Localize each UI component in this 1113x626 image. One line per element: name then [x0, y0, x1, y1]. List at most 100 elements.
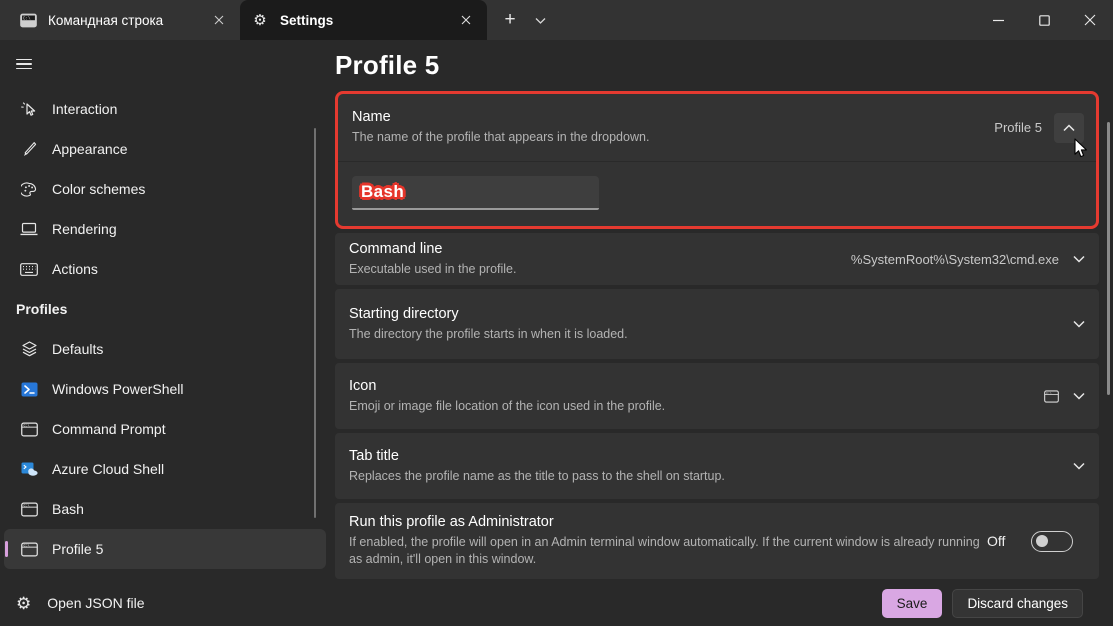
chevron-down-icon: [1073, 320, 1085, 328]
main-scrollbar[interactable]: [1107, 122, 1110, 395]
close-tab-icon[interactable]: [455, 9, 477, 31]
tab-label: Settings: [280, 13, 455, 28]
setting-description: The name of the profile that appears in …: [352, 129, 994, 146]
name-expander-header[interactable]: Name The name of the profile that appear…: [338, 94, 1096, 162]
cmd-window-icon: C:\: [20, 502, 38, 517]
selected-indicator: [5, 541, 8, 557]
sidebar-item-label: Command Prompt: [52, 421, 166, 437]
settings-sidebar: Interaction Appearance Color schemes: [0, 40, 332, 580]
keyboard-icon: [20, 263, 38, 276]
interaction-icon: [20, 101, 38, 117]
sidebar-item-interaction[interactable]: Interaction: [4, 89, 326, 129]
minimize-button[interactable]: [975, 0, 1021, 40]
setting-description: Replaces the profile name as the title t…: [349, 468, 1073, 485]
window-controls: [975, 0, 1113, 40]
palette-icon: [20, 182, 38, 197]
profile-name-input-value: Bash: [361, 182, 404, 202]
titlebar: C:\ Командная строка ⚙ Settings +: [0, 0, 1113, 40]
setting-title: Starting directory: [349, 306, 1073, 322]
profile-name-input[interactable]: Bash: [352, 176, 599, 210]
sidebar-item-label: Windows PowerShell: [52, 381, 184, 397]
azure-cloud-icon: [20, 462, 38, 477]
toggle-state-label: Off: [987, 533, 1005, 549]
setting-description: The directory the profile starts in when…: [349, 326, 1073, 343]
sidebar-item-windows-powershell[interactable]: Windows PowerShell: [4, 369, 326, 409]
svg-text:C:\: C:\: [23, 543, 29, 548]
svg-text:C:\: C:\: [1046, 390, 1052, 394]
gear-icon: ⚙: [250, 13, 270, 28]
page-title: Profile 5: [335, 50, 1099, 81]
save-button[interactable]: Save: [882, 589, 943, 618]
setting-description: If enabled, the profile will open in an …: [349, 534, 987, 568]
sidebar-item-actions[interactable]: Actions: [4, 249, 326, 289]
sidebar-item-label: Interaction: [52, 101, 117, 117]
command-line-setting-card[interactable]: Command line Executable used in the prof…: [335, 233, 1099, 285]
sidebar-item-label: Azure Cloud Shell: [52, 461, 164, 477]
open-json-file-button[interactable]: ⚙ Open JSON file: [16, 595, 145, 612]
new-tab-button[interactable]: +: [497, 7, 523, 33]
cmd-window-icon: C:\: [20, 422, 38, 437]
name-expanded-area: Bash: [338, 162, 1096, 223]
sidebar-item-label: Defaults: [52, 341, 103, 357]
svg-text:C:\: C:\: [23, 423, 29, 428]
sidebar-item-color-schemes[interactable]: Color schemes: [4, 169, 326, 209]
svg-text:C:\: C:\: [22, 16, 30, 21]
sidebar-item-azure-cloud-shell[interactable]: Azure Cloud Shell: [4, 449, 326, 489]
powershell-icon: [20, 382, 38, 397]
name-setting-card-annotated: Name The name of the profile that appear…: [335, 91, 1099, 229]
run-as-admin-setting-card: Run this profile as Administrator If ena…: [335, 503, 1099, 579]
sidebar-item-profile-5[interactable]: C:\ Profile 5: [4, 529, 326, 569]
sidebar-item-label: Color schemes: [52, 181, 145, 197]
hamburger-menu-button[interactable]: [10, 50, 38, 78]
tab-title-setting-card[interactable]: Tab title Replaces the profile name as t…: [335, 433, 1099, 499]
chevron-down-icon: [1073, 462, 1085, 470]
collapse-expander-button[interactable]: [1054, 113, 1084, 143]
discard-changes-button[interactable]: Discard changes: [952, 589, 1083, 618]
sidebar-item-command-prompt[interactable]: C:\ Command Prompt: [4, 409, 326, 449]
close-tab-icon[interactable]: [208, 9, 230, 31]
windows-terminal-settings-window: C:\ Командная строка ⚙ Settings +: [0, 0, 1113, 626]
sidebar-item-label: Appearance: [52, 141, 128, 157]
setting-title: Tab title: [349, 448, 1073, 464]
settings-main-panel: Profile 5 Name The name of the profile t…: [332, 40, 1113, 580]
toggle-knob: [1036, 535, 1048, 547]
close-window-button[interactable]: [1067, 0, 1113, 40]
maximize-button[interactable]: [1021, 0, 1067, 40]
chevron-down-icon: [1073, 255, 1085, 263]
tab-settings[interactable]: ⚙ Settings: [240, 0, 487, 40]
sidebar-item-label: Bash: [52, 501, 84, 517]
setting-value: %SystemRoot%\System32\cmd.exe: [851, 252, 1059, 267]
layers-icon: [20, 341, 38, 357]
sidebar-item-defaults[interactable]: Defaults: [4, 329, 326, 369]
sidebar-scrollbar[interactable]: [314, 128, 316, 518]
cmd-window-icon: C:\: [20, 542, 38, 557]
admin-toggle-switch[interactable]: [1031, 531, 1073, 552]
profiles-section-header: Profiles: [0, 289, 332, 329]
setting-value: Profile 5: [994, 120, 1042, 135]
cmd-window-icon: C:\: [18, 13, 38, 28]
open-json-file-label: Open JSON file: [47, 595, 144, 611]
appearance-icon: [20, 141, 38, 157]
setting-title: Name: [352, 109, 994, 125]
svg-text:C:\: C:\: [23, 503, 29, 508]
starting-directory-setting-card[interactable]: Starting directory The directory the pro…: [335, 289, 1099, 359]
tab-command-prompt[interactable]: C:\ Командная строка: [8, 0, 240, 40]
sidebar-item-label: Rendering: [52, 221, 117, 237]
gear-icon: ⚙: [16, 595, 31, 612]
setting-title: Run this profile as Administrator: [349, 514, 987, 530]
rendering-icon: [20, 222, 38, 236]
sidebar-item-label: Actions: [52, 261, 98, 277]
setting-title: Command line: [349, 241, 851, 257]
setting-description: Executable used in the profile.: [349, 261, 851, 278]
setting-title: Icon: [349, 378, 1044, 394]
icon-setting-card[interactable]: Icon Emoji or image file location of the…: [335, 363, 1099, 429]
tab-label: Командная строка: [48, 13, 208, 28]
footer-bar: ⚙ Open JSON file Save Discard changes: [0, 580, 1113, 626]
chevron-down-icon: [1073, 392, 1085, 400]
sidebar-item-bash[interactable]: C:\ Bash: [4, 489, 326, 529]
sidebar-item-rendering[interactable]: Rendering: [4, 209, 326, 249]
setting-description: Emoji or image file location of the icon…: [349, 398, 1044, 415]
cmd-window-icon: C:\: [1044, 390, 1059, 403]
sidebar-item-appearance[interactable]: Appearance: [4, 129, 326, 169]
tab-dropdown-button[interactable]: [527, 7, 553, 33]
